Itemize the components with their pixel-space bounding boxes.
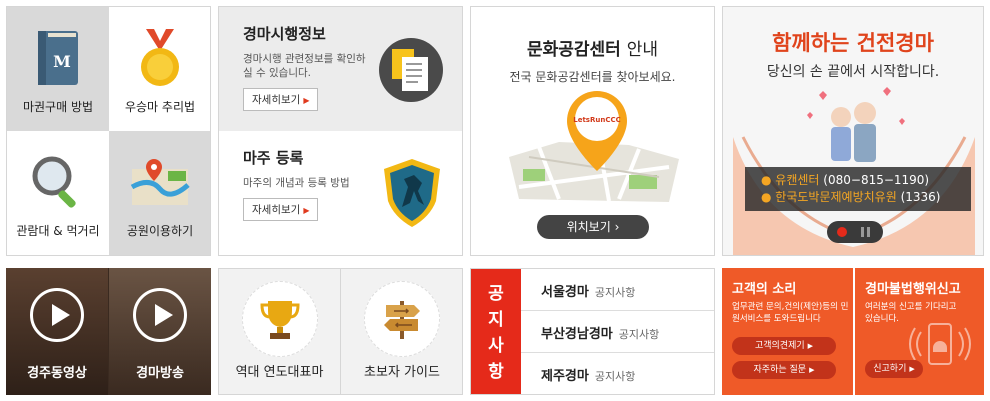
record-dot-icon[interactable] — [837, 227, 847, 237]
guide-winner-prediction[interactable]: 우승마 추리법 — [109, 7, 210, 131]
document-icon — [378, 37, 444, 107]
notice-tag-label: 공지사항 — [488, 284, 504, 382]
faq-button[interactable]: 자주하는 질문 ▶ — [732, 361, 836, 379]
customer-voice-desc: 업무관련 문의,건의(제안)등의 민원서비스를 도와드립니다 — [732, 302, 849, 324]
medal-icon — [130, 28, 190, 88]
illegal-report-title: 경마불법행위신고 — [865, 282, 961, 297]
bullet-icon: ● — [761, 190, 776, 204]
healthy-racing-title: 함께하는 건전경마 — [772, 31, 934, 55]
culture-center-desc: 전국 문화공감센터를 찾아보세요. — [509, 70, 676, 84]
arrow-right-icon: ▶ — [807, 342, 814, 350]
beginner-guide-link[interactable]: 초보자 가이드 — [341, 269, 462, 394]
report-button[interactable]: 신고하기 ▶ — [865, 360, 923, 378]
notice-type: 공지사항 — [594, 370, 636, 383]
race-info-more-label: 자세히보기 — [252, 94, 301, 106]
culture-center-logo-text: LetsRunCCC — [573, 116, 621, 124]
notice-row[interactable]: 서울경마 공지사항 — [521, 269, 714, 311]
pause-icon — [867, 227, 870, 237]
owner-registration-desc: 마주의 개념과 등록 방법 — [243, 177, 350, 189]
chevron-right-icon: › — [614, 220, 620, 234]
bullet-icon: ● — [761, 173, 776, 187]
play-icon — [30, 288, 84, 342]
arrow-right-icon: ▶ — [303, 206, 310, 215]
magnifier-icon — [28, 152, 88, 212]
guide-grid: M 마권구매 방법 우승마 추리법 관람대 & 먹거리 공원이용하기 — [6, 6, 211, 256]
healthy-racing-panel: 함께하는 건전경마 당신의 손 끝에서 시작합니다. ● 유캔센터 (080−8… — [722, 6, 984, 256]
map-pin-icon — [130, 152, 190, 212]
arrow-right-icon: ▶ — [809, 366, 815, 374]
yearly-best-horse-label: 역대 연도대표마 — [235, 365, 324, 380]
illegal-report-section: 경마불법행위신고 여러분의 신고를 기다리고 있습니다. 신고하기 ▶ — [855, 268, 984, 395]
faq-label: 자주하는 질문 — [753, 365, 807, 375]
notice-type: 공지사항 — [618, 328, 660, 341]
report-label: 신고하기 — [873, 364, 907, 374]
broadcast-label: 경마방송 — [136, 366, 184, 381]
broadcast-link[interactable]: 경마방송 — [109, 268, 211, 395]
race-info-desc: 경마시행 관련정보를 확인하실 수 있습니다. — [243, 53, 366, 79]
arrow-right-icon: ▶ — [303, 96, 310, 105]
notice-track: 제주경마 — [541, 369, 589, 384]
notice-tag: 공지사항 — [471, 269, 521, 394]
guide-betting-method[interactable]: M 마권구매 방법 — [7, 7, 109, 131]
customer-panel: 고객의 소리 업무관련 문의,건의(제안)등의 민원서비스를 도와드립니다 고객… — [722, 268, 984, 395]
yearly-best-horse-link[interactable]: 역대 연도대표마 — [219, 269, 341, 394]
pause-icon[interactable] — [861, 227, 864, 237]
hotline-item[interactable]: ● 유캔센터 (080−815−1190) — [761, 172, 971, 189]
svg-text:M: M — [53, 52, 71, 71]
notice-track: 서울경마 — [541, 285, 589, 300]
owner-registration-more-button[interactable]: 자세히보기 ▶ — [243, 198, 319, 221]
play-icon — [133, 288, 187, 342]
culture-center-panel: 문화공감센터 안내 전국 문화공감센터를 찾아보세요. LetsRunCCC 위… — [470, 6, 715, 256]
location-view-button[interactable]: 위치보기 › — [537, 215, 649, 239]
race-info-more-button[interactable]: 자세히보기 ▶ — [243, 88, 319, 111]
culture-center-title-suffix: 안내 — [626, 40, 659, 60]
map-illustration: LetsRunCCC — [509, 91, 679, 202]
race-info-section: 경마시행정보 경마시행 관련정보를 확인하실 수 있습니다. 자세히보기 ▶ — [219, 7, 462, 131]
owner-registration-more-label: 자세히보기 — [252, 204, 301, 216]
book-icon: M — [28, 28, 88, 88]
video-panel: 경주동영상 경마방송 — [6, 268, 211, 395]
notice-row[interactable]: 제주경마 공지사항 — [521, 353, 714, 394]
culture-center-title: 문화공감센터 안내 — [471, 35, 714, 60]
notice-type: 공지사항 — [594, 286, 636, 299]
info-panel: 경마시행정보 경마시행 관련정보를 확인하실 수 있습니다. 자세히보기 ▶ 마주… — [218, 6, 463, 256]
trophy-icon — [241, 281, 318, 357]
location-view-label: 위치보기 — [566, 220, 611, 234]
guide-stands-food[interactable]: 관람대 & 먹거리 — [7, 131, 109, 255]
guide-label: 관람대 & 먹거리 — [16, 224, 100, 238]
guide-label: 공원이용하기 — [126, 224, 194, 238]
guide-label: 마권구매 방법 — [22, 100, 94, 114]
hotline-name: 유캔센터 — [775, 173, 820, 187]
arrow-right-icon: ▶ — [909, 365, 915, 373]
notice-panel: 공지사항 서울경마 공지사항 부산경남경마 공지사항 제주경마 공지사항 — [470, 268, 715, 395]
race-video-link[interactable]: 경주동영상 — [6, 268, 108, 395]
hotline-number: (080−815−1190) — [823, 173, 930, 187]
hotline-number: (1336) — [900, 190, 941, 204]
customer-opinion-label: 고객의견제기 — [754, 341, 805, 351]
signpost-icon — [364, 281, 440, 357]
owner-registration-section: 마주 등록 마주의 개념과 등록 방법 자세히보기 ▶ — [219, 131, 462, 255]
hotline-name: 한국도박문제예방치유원 — [775, 190, 897, 204]
hotline-box: ● 유캔센터 (080−815−1190) ● 한국도박문제예방치유원 (133… — [745, 167, 971, 211]
customer-opinion-button[interactable]: 고객의견제기 ▶ — [732, 337, 836, 355]
hotline-item[interactable]: ● 한국도박문제예방치유원 (1336) — [761, 189, 971, 206]
slide-controls — [827, 221, 883, 243]
notice-row[interactable]: 부산경남경마 공지사항 — [521, 311, 714, 353]
notice-track: 부산경남경마 — [541, 327, 613, 342]
horse-shield-icon — [380, 157, 444, 233]
culture-center-title-main: 문화공감센터 — [526, 40, 621, 60]
guide-label: 우승마 추리법 — [124, 100, 196, 114]
customer-voice-section: 고객의 소리 업무관련 문의,건의(제안)등의 민원서비스를 도와드립니다 고객… — [722, 268, 853, 395]
race-video-label: 경주동영상 — [27, 366, 87, 381]
customer-voice-title: 고객의 소리 — [732, 282, 797, 297]
beginner-guide-label: 초보자 가이드 — [364, 365, 440, 380]
guide-park-usage[interactable]: 공원이용하기 — [109, 131, 210, 255]
menu-panel: 역대 연도대표마 초보자 가이드 — [218, 268, 463, 395]
